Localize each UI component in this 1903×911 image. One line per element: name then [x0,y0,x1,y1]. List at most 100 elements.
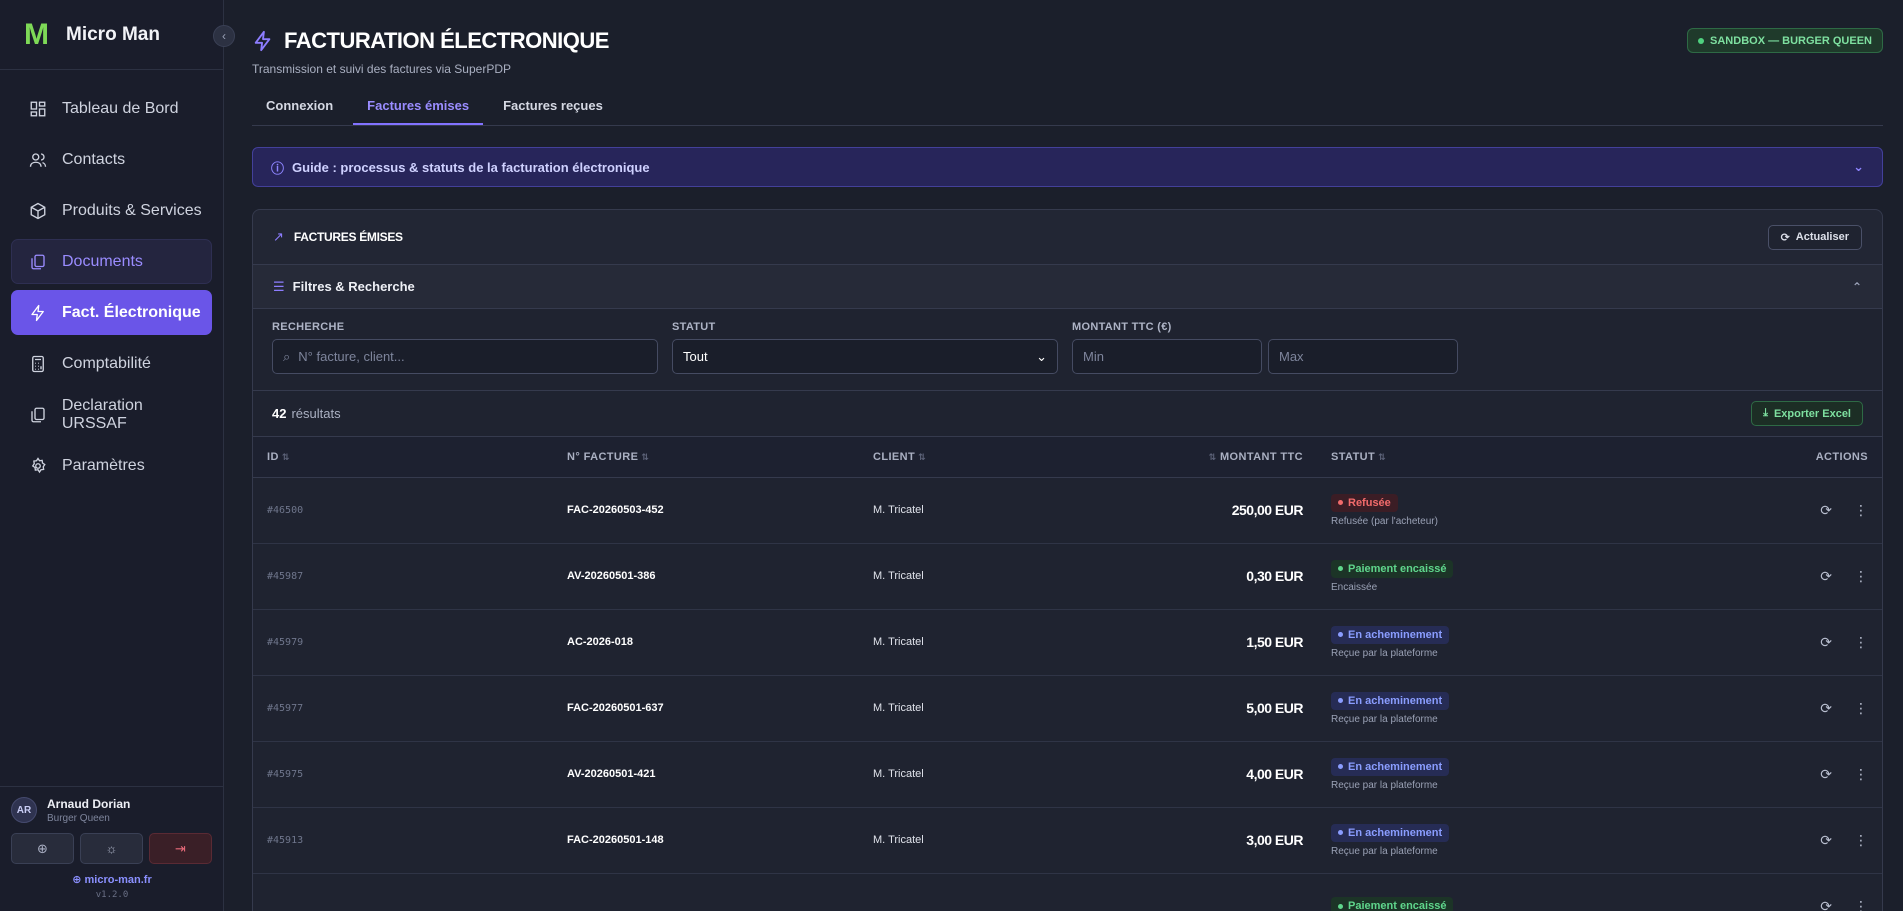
status-select[interactable]: Tout ⌄ [672,339,1058,374]
search-placeholder: N° facture, client... [298,349,405,364]
export-excel-button[interactable]: ⤓ Exporter Excel [1751,401,1863,426]
nav-tableau-de-bord[interactable]: Tableau de Bord [11,86,212,131]
sidebar: M Micro Man ‹ Tableau de Bord Contacts Pro… [0,0,235,911]
amount-label: MONTANT TTC (€) [1072,321,1172,333]
search-input[interactable]: ⌕ N° facture, client... [272,339,658,374]
cell-invoice-number: AV-20260501-421 [553,741,859,808]
more-options-icon[interactable]: ⋮ [1854,502,1868,518]
status-badge: En acheminement [1331,691,1450,710]
nav-produits-services[interactable]: Produits & Services [11,188,212,233]
table-row[interactable]: #46500 FAC-20260503-452 M. Tricatel 250,00 … [253,477,1882,544]
results-label: résultats [291,406,341,421]
cell-actions: ⟳ ⋮ [1617,477,1882,544]
more-options-icon[interactable]: ⋮ [1854,634,1868,650]
download-icon: ⤓ [1763,407,1768,419]
lifebuoy-icon: ⊕ [37,840,48,856]
cell-amount [1059,873,1317,911]
card-title: FACTURES ÉMISES [293,230,403,244]
refresh-status-icon[interactable]: ⟳ [1820,634,1832,650]
box-icon [28,201,48,221]
table-row[interactable]: Paiement encaissé ⟳ ⋮ [253,873,1882,911]
guide-accordion[interactable]: ⓘ Guide : processus & statuts de la fact… [252,147,1883,187]
status-value: Tout [683,349,708,364]
more-options-icon[interactable]: ⋮ [1854,568,1868,584]
user-profile[interactable]: AR Arnaud Dorian Burger Queen [11,795,213,825]
more-options-icon[interactable]: ⋮ [1854,766,1868,782]
sort-icon: ⇅ [918,451,927,462]
refresh-status-icon[interactable]: ⟳ [1820,898,1832,911]
tab-factures-mises[interactable]: Factures émises [353,98,484,125]
refresh-button[interactable]: ⟳ Actualiser [1767,224,1862,250]
cell-amount: 3,00 EUR [1059,807,1317,874]
refresh-status-icon[interactable]: ⟳ [1820,700,1832,716]
site-link[interactable]: ⊕ micro-man.fr [11,873,213,886]
nav-contacts[interactable]: Contacts [11,137,212,182]
filters-title: Filtres & Recherche [292,279,415,294]
nav-comptabilite[interactable]: Comptabilité [11,341,212,386]
bolt-icon [28,303,48,323]
support-button[interactable]: ⊕ [11,833,74,864]
status-badge-label: Refusée [1348,496,1391,509]
th-num[interactable]: N° FACTURE ⇅ [553,437,859,478]
cell-status: Refusée Refusée (par l'acheteur) [1317,477,1617,544]
nav-parametres[interactable]: Paramètres [11,443,212,488]
cell-status: En acheminement Reçue par la plateforme [1317,675,1617,742]
nav-label: Declaration URSSAF [61,396,143,432]
th-amount[interactable]: ⇅ MONTANT TTC [1059,437,1317,478]
status-detail: Encaissée [1331,581,1378,593]
table-row[interactable]: #45975 AV-20260501-421 M. Tricatel 4,00 EUR… [253,741,1882,808]
tab-factures-re-ues[interactable]: Factures reçues [489,98,617,125]
amount-min-input[interactable]: Min [1072,339,1262,374]
status-badge-label: Paiement encaissé [1348,900,1447,911]
sidebar-footer: AR Arnaud Dorian Burger Queen ⊕ ☼ ⇥ ⊕ mi… [0,786,224,911]
refresh-status-icon[interactable]: ⟳ [1820,832,1832,848]
chevron-down-icon: ⌄ [1853,159,1864,174]
th-id[interactable]: ID ⇅ [253,437,553,478]
cell-invoice-number: AV-20260501-386 [553,543,859,610]
th-status[interactable]: STATUT ⇅ [1317,437,1617,478]
sort-icon: ⇅ [1378,451,1387,462]
refresh-status-icon[interactable]: ⟳ [1820,766,1832,782]
brand[interactable]: M Micro Man [0,0,223,70]
status-detail: Reçue par la plateforme [1331,779,1438,791]
th-client-label: CLIENT [873,450,916,463]
table-row[interactable]: #45977 FAC-20260501-637 M. Tricatel 5,00 EU… [253,675,1882,742]
cell-invoice-number: FAC-20260501-637 [553,675,859,742]
nav-label: Comptabilité [62,354,151,372]
nav-documents[interactable]: Documents [11,239,212,284]
cell-id: #45913 [253,807,553,874]
th-actions: ACTIONS [1617,437,1882,478]
th-client[interactable]: CLIENT ⇅ [859,437,1059,478]
theme-toggle-button[interactable]: ☼ [80,833,143,864]
refresh-status-icon[interactable]: ⟳ [1820,568,1832,584]
avatar: AR [11,797,37,823]
status-detail: Reçue par la plateforme [1331,713,1438,725]
logout-button[interactable]: ⇥ [149,833,212,864]
nav-declaration-urssaf[interactable]: Declaration URSSAF [11,392,212,437]
status-badge-label: En acheminement [1348,694,1443,707]
app-version: v1.2.0 [95,890,129,900]
more-options-icon[interactable]: ⋮ [1854,898,1868,911]
table-row[interactable]: #45987 AV-20260501-386 M. Tricatel 0,30 EUR… [253,543,1882,610]
status-dot-icon [1338,698,1343,703]
nav-fact-electronique[interactable]: Fact. Électronique [11,290,212,335]
chevron-down-icon: ⌄ [1036,348,1047,364]
results-bar: 42 résultats ⤓ Exporter Excel [253,391,1882,437]
filters-toggle[interactable]: ☰ Filtres & Recherche ⌃ [253,265,1882,309]
cell-id: #45979 [253,609,553,676]
refresh-status-icon[interactable]: ⟳ [1820,502,1832,518]
more-options-icon[interactable]: ⋮ [1854,700,1868,716]
search-icon: ⌕ [283,348,291,364]
status-dot-icon [1338,903,1343,909]
sort-icon: ⇅ [281,451,290,462]
table-row[interactable]: #45979 AC-2026-018 M. Tricatel 1,50 EUR En a… [253,609,1882,676]
cell-invoice-number [553,873,859,911]
table-row[interactable]: #45913 FAC-20260501-148 M. Tricatel 3,00 EU… [253,807,1882,874]
sandbox-badge: SANDBOX — BURGER QUEEN [1687,28,1883,53]
cell-id: #45987 [253,543,553,610]
more-options-icon[interactable]: ⋮ [1854,832,1868,848]
sort-icon: ⇅ [641,451,650,462]
page-subtitle: Transmission et suivi des factures via S… [252,62,511,76]
amount-max-input[interactable]: Max [1268,339,1458,374]
tab-connexion[interactable]: Connexion [252,98,347,125]
